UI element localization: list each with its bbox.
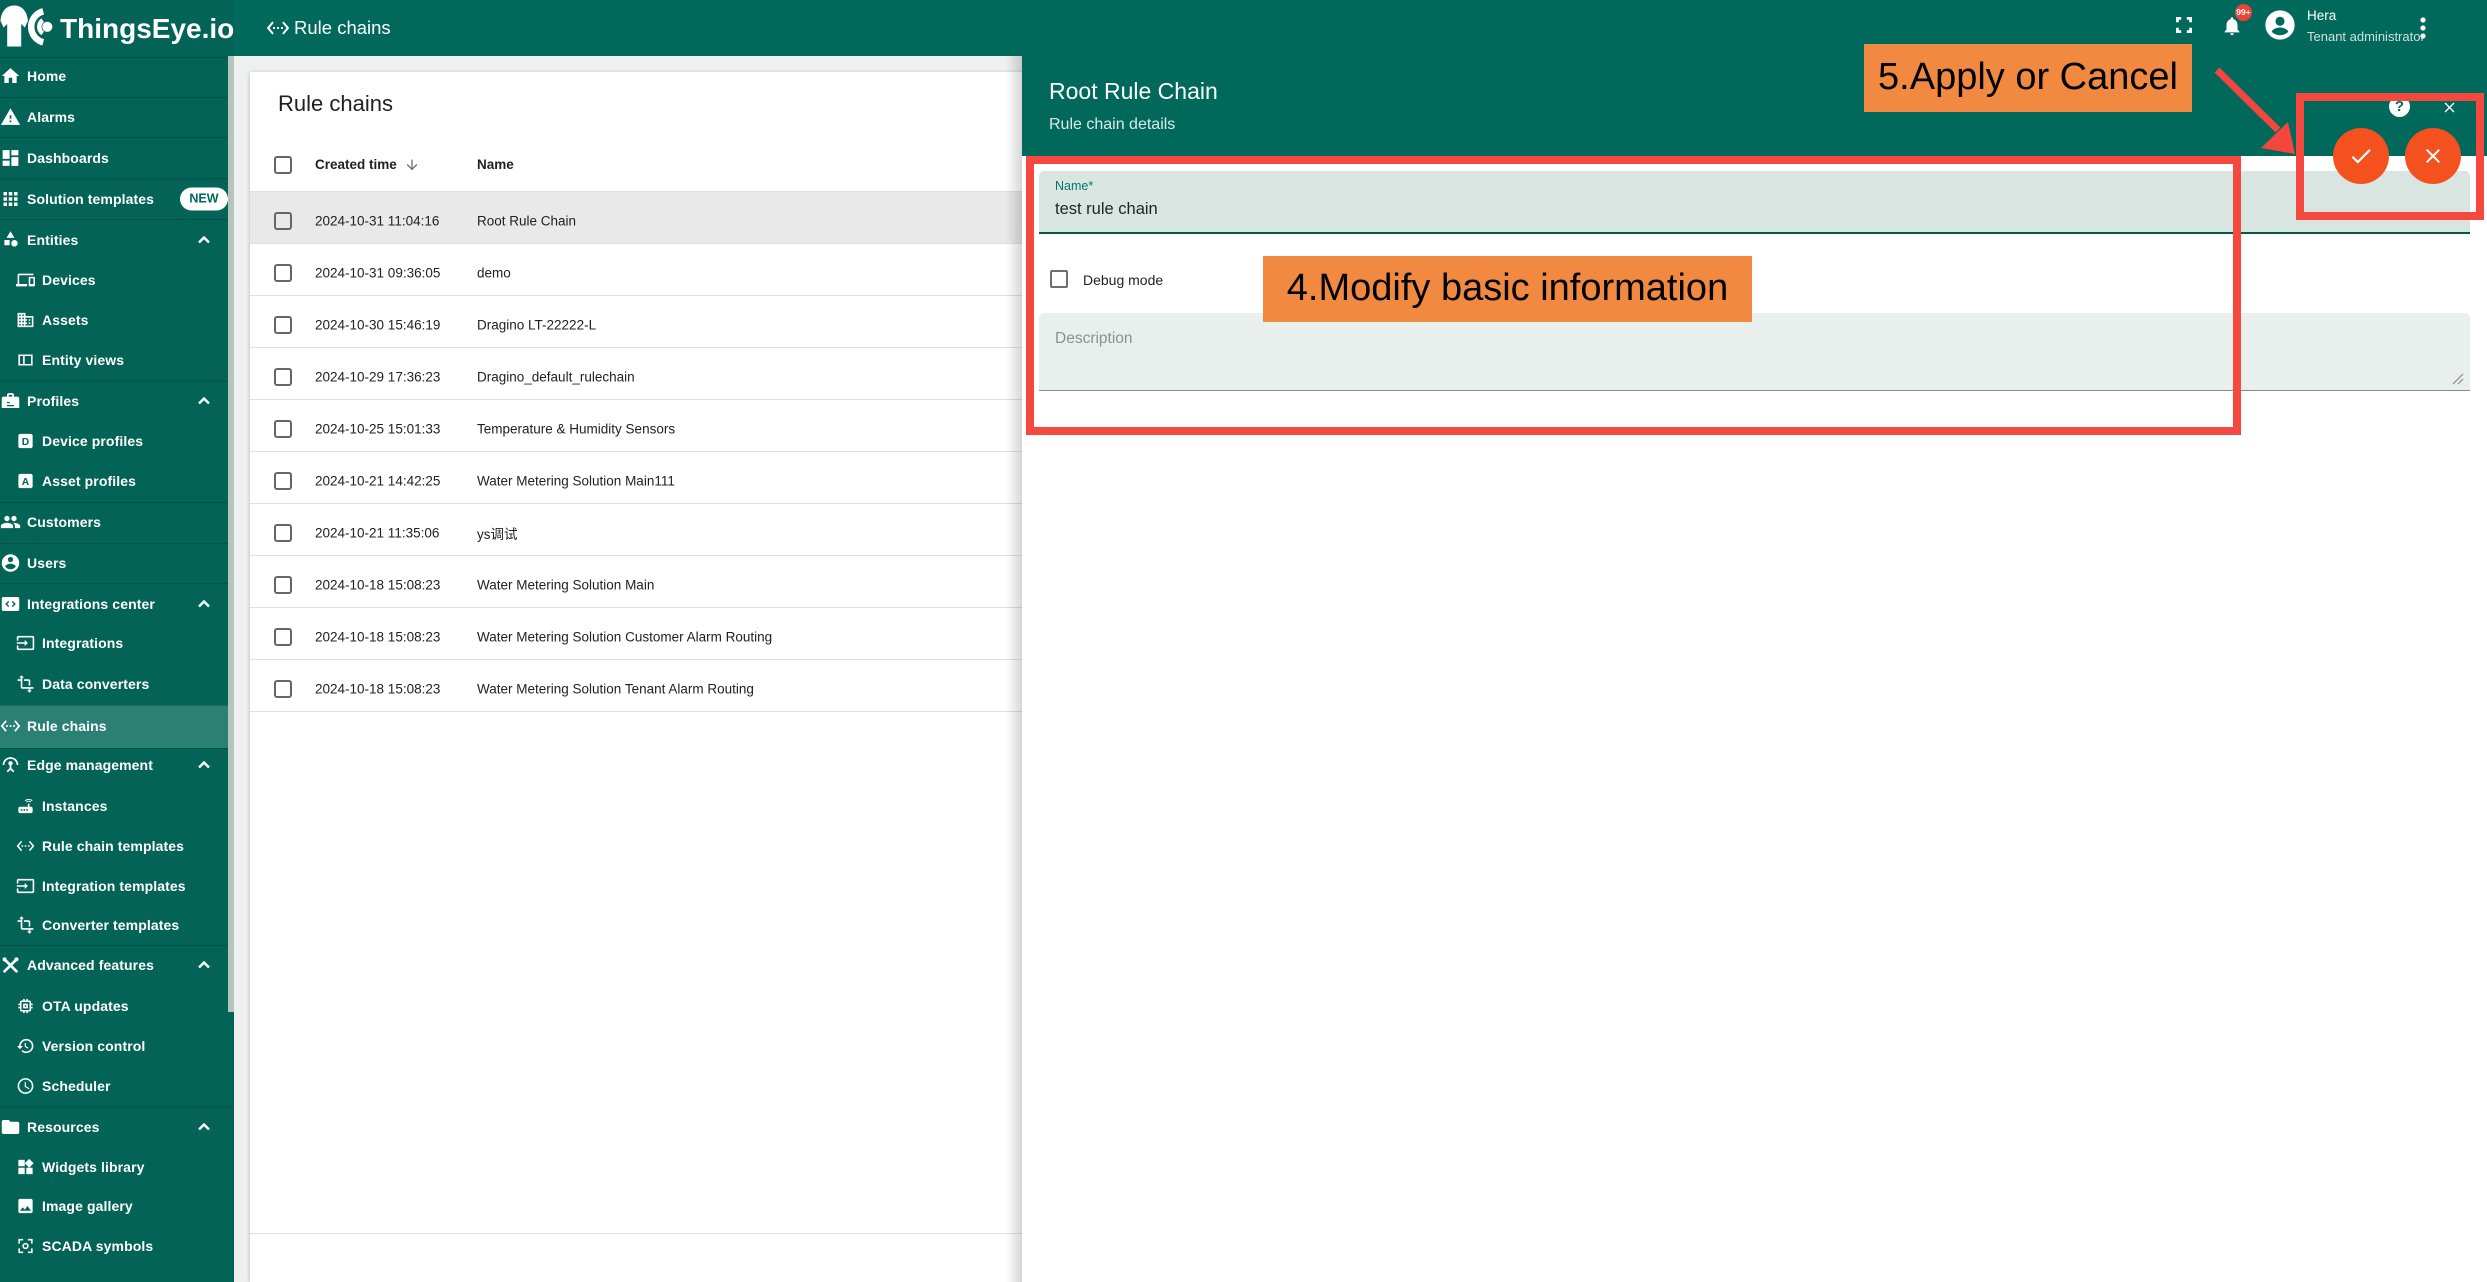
svg-text:A: A [22,477,30,488]
svg-text:D: D [22,436,29,447]
svg-text:ThingsEye.io: ThingsEye.io [60,13,234,44]
